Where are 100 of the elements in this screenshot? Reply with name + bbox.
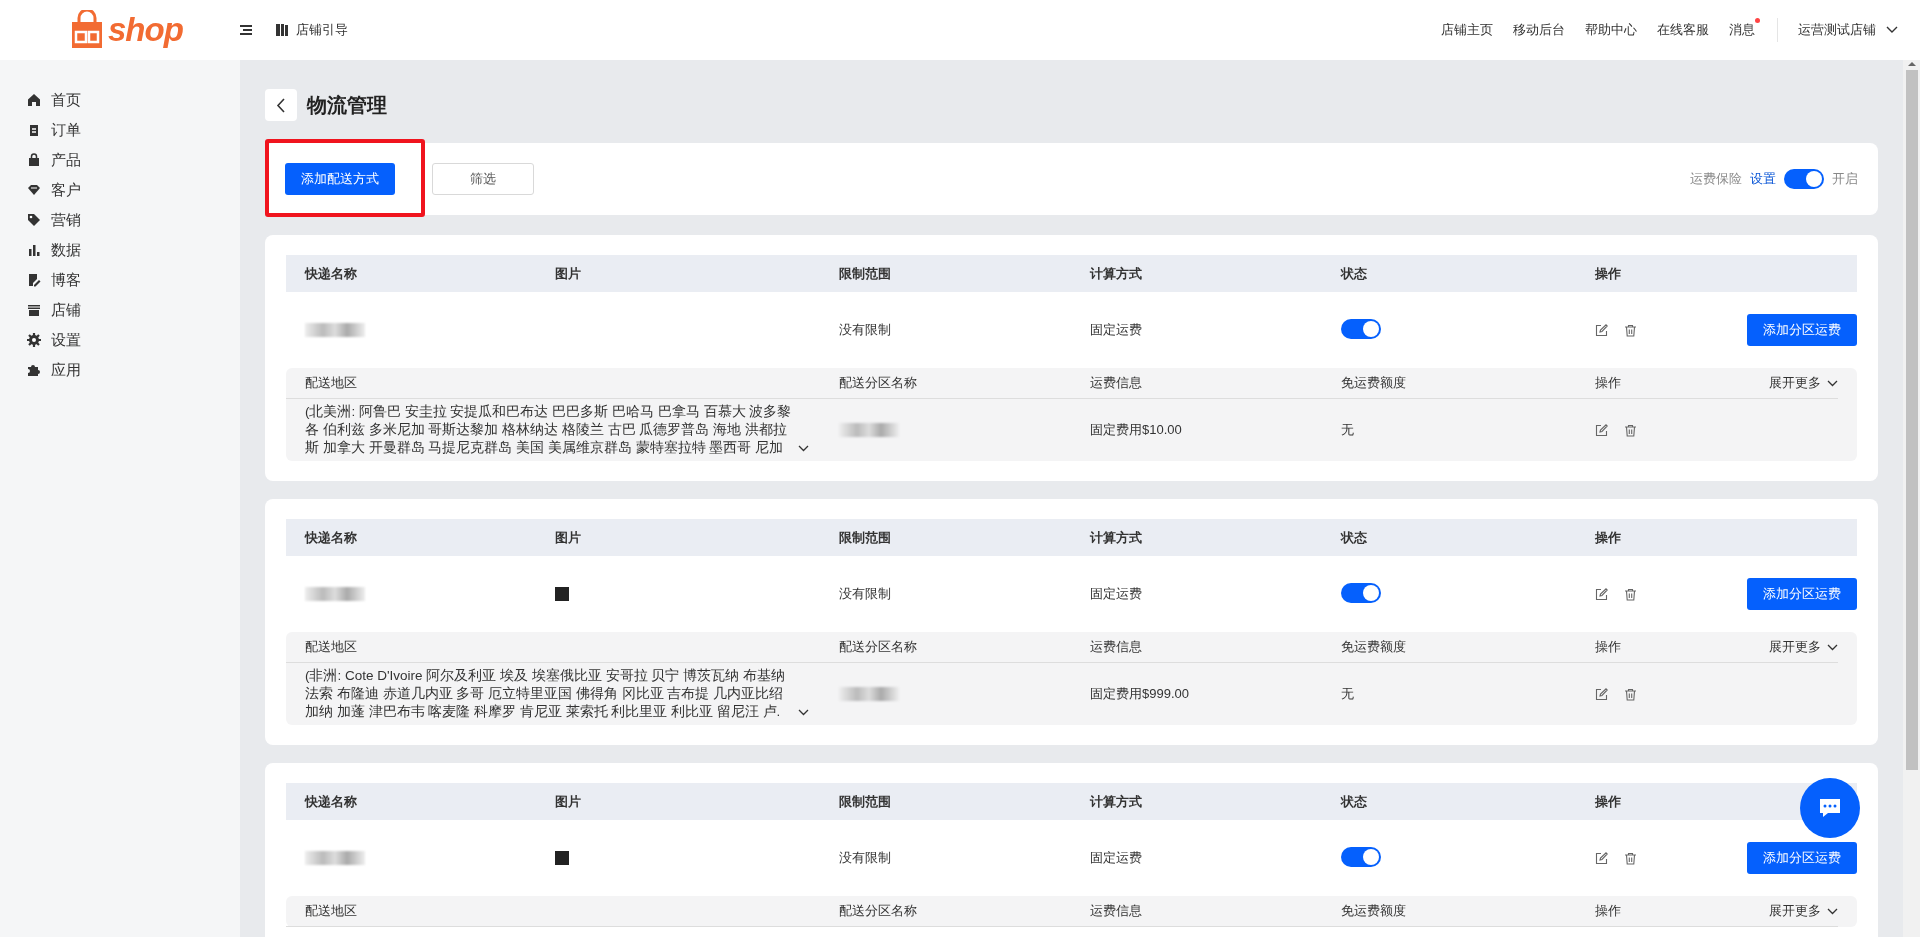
store-name[interactable]: 运营测试店铺 xyxy=(1798,21,1876,39)
header-link[interactable]: 在线客服 xyxy=(1657,22,1709,37)
home-icon xyxy=(27,93,41,107)
toggle-switch[interactable] xyxy=(1341,582,1381,603)
edit-icon xyxy=(1595,323,1608,337)
column-header: 配送分区名称 xyxy=(838,374,918,392)
expand-more-link[interactable]: 展开更多 xyxy=(1750,374,1838,392)
add-shipping-button[interactable]: 添加配送方式 xyxy=(285,163,395,195)
gem-icon xyxy=(27,183,41,197)
table-cell-text: 无 xyxy=(1340,685,1355,703)
trash-icon xyxy=(1624,587,1637,601)
table-cell-text: 无 xyxy=(1340,421,1355,439)
column-header: 状态 xyxy=(1339,264,1368,283)
column-header: 操作 xyxy=(1594,638,1622,656)
bag-icon xyxy=(27,153,41,167)
trash-icon xyxy=(1624,423,1637,437)
column-header: 计算方式 xyxy=(1089,264,1143,283)
blurred-name-image xyxy=(305,851,365,865)
expand-more-link[interactable]: 展开更多 xyxy=(1750,638,1838,656)
region-list-text: (非洲: Cote D'Ivoire 阿尔及利亚 埃及 埃塞俄比亚 安哥拉 贝宁 博茨瓦纳 布基纳法索 布隆迪 赤道几内亚 多哥 厄立特里亚国 佛得角 冈比亚 吉布提 几内亚比绍加纳 加蓬 津巴布韦 喀麦隆 科摩罗 肯尼亚 莱索托 利比里亚 利比亚 留尼汪 卢. xyxy=(305,667,786,721)
column-header: 操作 xyxy=(1594,902,1622,920)
column-header: 配送地区 xyxy=(304,638,358,656)
table-cell-text: 没有限制 xyxy=(838,849,892,867)
tag-icon xyxy=(27,213,41,227)
menu-icon xyxy=(240,25,252,35)
column-header: 计算方式 xyxy=(1089,792,1143,811)
settings-link[interactable]: 设置 xyxy=(1750,170,1776,188)
column-header: 图片 xyxy=(554,528,582,547)
expand-more-link[interactable]: 展开更多 xyxy=(1750,902,1838,920)
toggle-state-text: 开启 xyxy=(1832,170,1858,188)
sidebar-item[interactable]: 客户 xyxy=(51,180,81,200)
edit-icon xyxy=(1595,423,1608,437)
trash-icon xyxy=(1624,323,1637,337)
toggle-switch[interactable] xyxy=(1784,169,1824,189)
column-header: 限制范围 xyxy=(838,264,892,283)
page-title: 物流管理 xyxy=(307,92,387,118)
sidebar-item[interactable]: 数据 xyxy=(51,240,81,260)
chevron-down-icon xyxy=(1886,26,1898,34)
bar-chart-icon xyxy=(27,243,41,257)
column-header: 操作 xyxy=(1594,374,1622,392)
filter-button[interactable]: 筛选 xyxy=(432,163,534,195)
column-header: 配送分区名称 xyxy=(838,902,918,920)
edit-icon xyxy=(1595,587,1608,601)
book-icon xyxy=(276,24,288,36)
guide-link[interactable]: 店铺引导 xyxy=(296,21,348,39)
table-cell-text: 固定运费 xyxy=(1089,849,1143,867)
column-header: 配送地区 xyxy=(304,902,358,920)
header-link[interactable]: 消息 xyxy=(1729,22,1755,37)
column-header: 快递名称 xyxy=(303,792,358,811)
header-link[interactable]: 帮助中心 xyxy=(1585,22,1637,37)
table-cell-text: 没有限制 xyxy=(838,321,892,339)
sidebar-item[interactable]: 首页 xyxy=(51,90,81,110)
sidebar-item[interactable]: 店铺 xyxy=(51,300,81,320)
settings-icon xyxy=(27,333,41,347)
scrollbar[interactable] xyxy=(1903,60,1920,937)
header-link[interactable]: 移动后台 xyxy=(1513,22,1565,37)
column-header: 免运费额度 xyxy=(1340,638,1407,656)
chevron-left-icon xyxy=(276,97,286,113)
trash-icon xyxy=(1624,851,1637,865)
sidebar-item[interactable]: 营销 xyxy=(51,210,81,230)
sidebar-item[interactable]: 应用 xyxy=(51,360,81,380)
add-zone-button[interactable]: 添加分区运费 xyxy=(1747,842,1857,874)
header-link[interactable]: 店铺主页 xyxy=(1441,22,1493,37)
edit-icon xyxy=(1595,851,1608,865)
column-header: 计算方式 xyxy=(1089,528,1143,547)
sidebar-item[interactable]: 订单 xyxy=(51,120,81,140)
blurred-name-image xyxy=(305,323,365,337)
table-cell-text: 固定费用$10.00 xyxy=(1089,421,1183,439)
column-header: 运费信息 xyxy=(1089,374,1143,392)
toggle-switch[interactable] xyxy=(1341,846,1381,867)
column-header: 免运费额度 xyxy=(1340,374,1407,392)
toggle-switch[interactable] xyxy=(1341,318,1381,339)
chevron-down-icon xyxy=(1827,907,1838,915)
sidebar-item[interactable]: 博客 xyxy=(51,270,81,290)
column-header: 状态 xyxy=(1339,792,1368,811)
column-header: 图片 xyxy=(554,792,582,811)
trash-icon xyxy=(1624,687,1637,701)
chevron-down-icon xyxy=(798,709,809,716)
puzzle-icon xyxy=(27,363,41,377)
table-cell-text: 没有限制 xyxy=(838,585,892,603)
region-list-text: (北美洲: 阿鲁巴 安圭拉 安提瓜和巴布达 巴巴多斯 巴哈马 巴拿马 百慕大 波多黎各 伯利兹 多米尼加 哥斯达黎加 格林纳达 格陵兰 古巴 瓜德罗普岛 海地 洪都拉斯 加拿大 开曼群岛 马提尼克群岛 美国 美属维京群岛 蒙特塞拉特 墨西哥 尼加 xyxy=(305,403,793,457)
add-zone-button[interactable]: 添加分区运费 xyxy=(1747,578,1857,610)
column-header: 运费信息 xyxy=(1089,902,1143,920)
blurred-name-image xyxy=(305,587,365,601)
note-pen-icon xyxy=(27,273,41,287)
sidebar-item[interactable]: 设置 xyxy=(51,330,81,350)
column-header: 免运费额度 xyxy=(1340,902,1407,920)
chevron-down-icon xyxy=(1827,379,1838,387)
column-header: 配送分区名称 xyxy=(838,638,918,656)
chat-bubble-icon xyxy=(1819,798,1841,818)
table-cell-text: 固定运费 xyxy=(1089,585,1143,603)
back-button[interactable] xyxy=(265,89,297,121)
column-header: 快递名称 xyxy=(303,528,358,547)
add-zone-button[interactable]: 添加分区运费 xyxy=(1747,314,1857,346)
column-header: 限制范围 xyxy=(838,792,892,811)
edit-icon xyxy=(1595,687,1608,701)
column-header: 运费信息 xyxy=(1089,638,1143,656)
sidebar-item[interactable]: 产品 xyxy=(51,150,81,170)
chevron-down-icon xyxy=(1827,643,1838,651)
column-header: 图片 xyxy=(554,264,582,283)
